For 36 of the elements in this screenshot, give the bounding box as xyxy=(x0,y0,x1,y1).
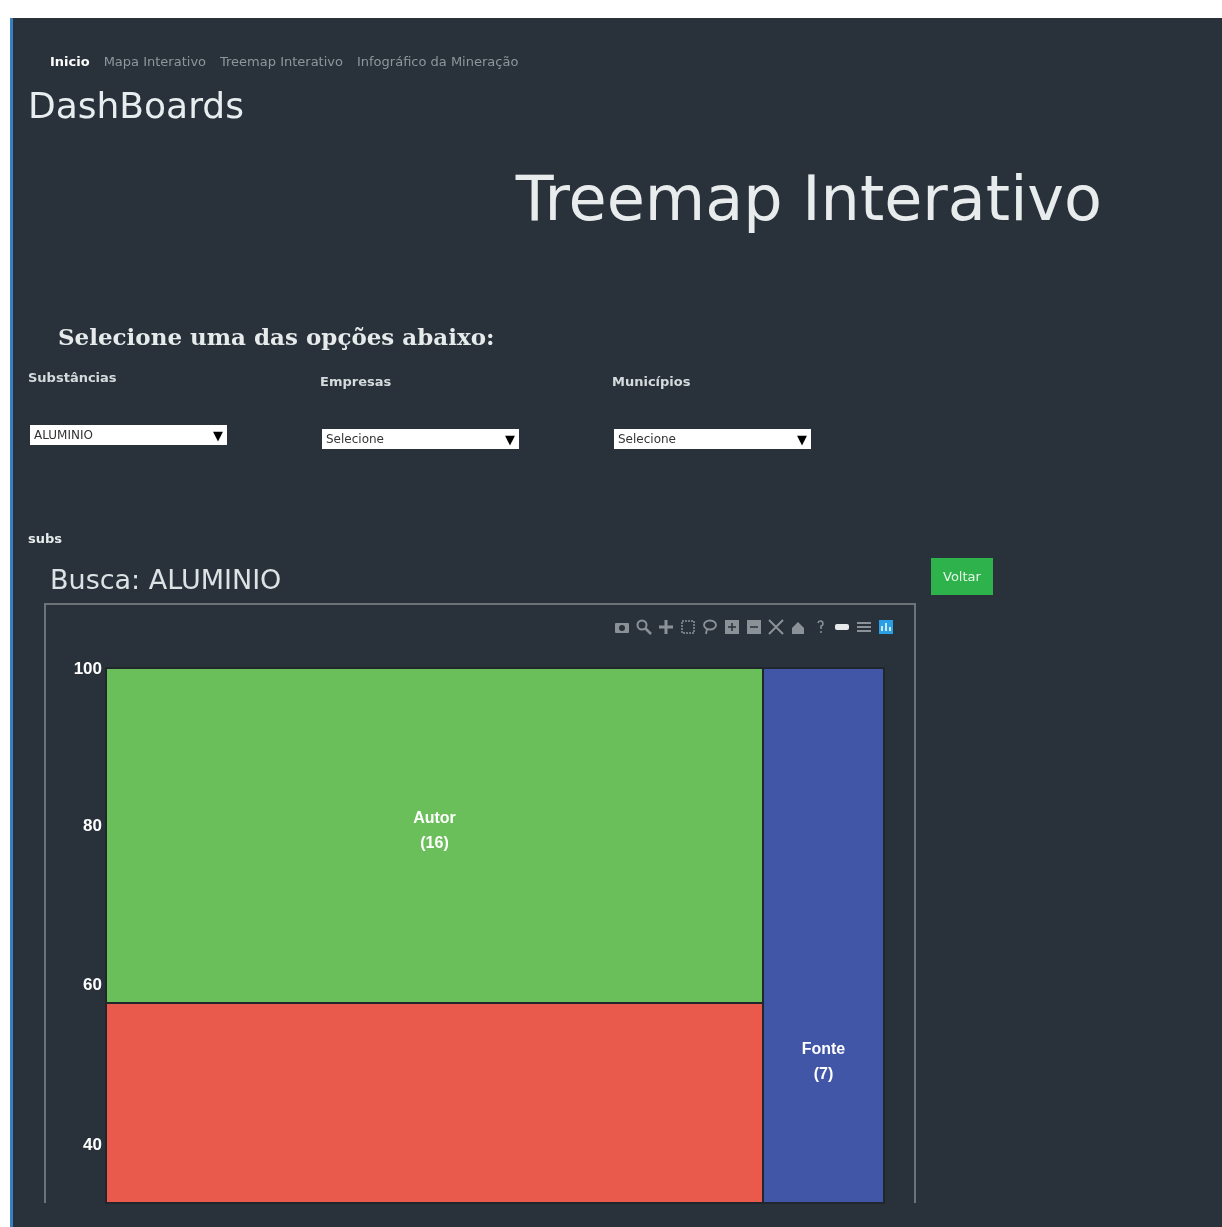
filter-label: Municípios xyxy=(612,374,692,389)
logo-icon[interactable] xyxy=(878,619,894,635)
search-title: Busca: ALUMINIO xyxy=(50,564,283,595)
filter-label: Empresas xyxy=(320,374,393,389)
treemap-tile[interactable] xyxy=(105,1002,764,1204)
axis-tick-label: 60 xyxy=(83,975,102,994)
pan-icon[interactable] xyxy=(658,619,674,635)
axis-tick-label: 100 xyxy=(73,659,102,678)
axis-tick-label: 40 xyxy=(83,1135,102,1154)
axis-tick-label: 80 xyxy=(83,816,102,835)
dropdown[interactable]: ALUMINIO ▼ xyxy=(30,425,227,445)
prompt-heading: Selecione uma das opções abaixo: xyxy=(58,323,496,350)
zoom-out-icon[interactable] xyxy=(746,619,762,635)
nav-link[interactable]: Infográfico da Mineração xyxy=(356,54,519,69)
nav-link[interactable]: Mapa Interativo xyxy=(103,54,207,69)
tile-count: (16) xyxy=(420,834,449,851)
brand-title: DashBoards xyxy=(28,85,245,126)
zoom-icon[interactable] xyxy=(636,619,652,635)
compare-icon[interactable] xyxy=(856,619,872,635)
zoom-in-icon[interactable] xyxy=(724,619,740,635)
tile-count: (7) xyxy=(813,1065,834,1082)
nav-link[interactable]: Treemap Interativo xyxy=(220,54,343,69)
treemap-tile[interactable] xyxy=(105,667,764,1004)
dropdown[interactable]: Selecione ▼ xyxy=(322,429,519,449)
tile-label: Fonte xyxy=(801,1040,846,1057)
autoscale-icon[interactable] xyxy=(768,619,784,635)
nav-link[interactable]: Inicio xyxy=(50,54,90,69)
home-icon[interactable] xyxy=(790,619,806,635)
treemap-tile[interactable] xyxy=(762,667,885,1204)
page-title: Treemap Interativo xyxy=(514,162,1103,235)
box-select-icon[interactable] xyxy=(680,619,696,635)
dropdown[interactable]: Selecione ▼ xyxy=(614,429,811,449)
section-label: subs xyxy=(28,531,64,546)
tile-label: Autor xyxy=(413,809,456,826)
filter-label: Substâncias xyxy=(28,370,118,385)
lasso-icon[interactable] xyxy=(702,619,718,635)
